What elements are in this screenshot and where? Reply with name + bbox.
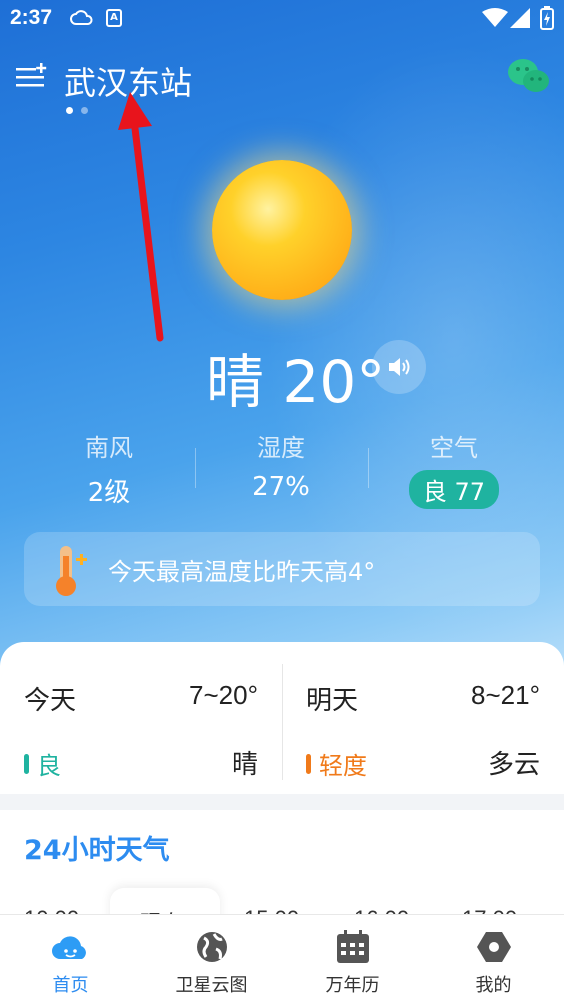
wind-value: 2级: [87, 478, 131, 508]
nav-label: 首页: [52, 975, 89, 996]
wechat-share-icon[interactable]: [506, 56, 552, 96]
hourly-title: 24小时天气: [24, 835, 170, 866]
nav-label: 万年历: [325, 975, 380, 996]
temperature-tip-banner[interactable]: 今天最高温度比昨天高4°: [24, 532, 540, 606]
nav-home[interactable]: 首页: [0, 915, 141, 1004]
stat-divider: [195, 448, 196, 488]
forecast-tomorrow[interactable]: 明天 8~21° 轻度 多云: [282, 642, 564, 794]
signal-icon: [510, 8, 530, 28]
air-quality-label: 空气: [430, 434, 478, 462]
aq-indicator-bar: [24, 753, 29, 774]
forecast-air-quality: 良: [24, 746, 61, 781]
nav-label: 卫星云图: [175, 975, 248, 996]
page-indicator: [66, 107, 96, 115]
globe-icon: [196, 932, 227, 962]
sun-icon: [212, 160, 352, 300]
aq-text: 良: [37, 752, 61, 780]
forecast-day-label: 明天: [306, 686, 359, 716]
current-condition-temperature: 晴 20°: [206, 348, 386, 416]
air-quality-stat[interactable]: 空气 良 77: [374, 428, 534, 509]
forecast-today[interactable]: 今天 7~20° 良 晴: [0, 642, 282, 794]
wind-label: 南风: [85, 434, 133, 462]
stat-divider: [368, 448, 369, 488]
forecast-condition: 晴: [231, 750, 258, 780]
nav-calendar[interactable]: 万年历: [282, 915, 423, 1004]
forecast-day-label: 今天: [24, 686, 77, 716]
thermometer-up-icon: [56, 546, 87, 596]
profile-hex-icon: [476, 932, 511, 962]
bottom-navigation: 首页 卫星云图 万年历 我的: [0, 914, 564, 1004]
page-dot-active: [66, 107, 73, 114]
two-day-forecast-card: 今天 7~20° 良 晴 明天 8~21° 轻度 多云: [0, 642, 564, 794]
page-dot: [81, 107, 88, 114]
forecast-temp-range: 8~21°: [471, 680, 540, 710]
aq-text: 轻度: [319, 752, 367, 780]
city-menu-icon[interactable]: [14, 62, 48, 92]
battery-icon: [540, 6, 554, 30]
status-time: 2:37: [10, 6, 53, 29]
app-notification-icon: A: [106, 9, 122, 27]
calendar-icon: [336, 930, 369, 963]
wifi-icon: [482, 8, 508, 27]
humidity-label: 湿度: [257, 434, 305, 462]
cloud-notification-icon: [70, 10, 93, 25]
aqi-badge[interactable]: 良 77: [408, 470, 500, 509]
forecast-air-quality: 轻度: [306, 746, 367, 781]
nav-profile[interactable]: 我的: [423, 915, 564, 1004]
forecast-condition: 多云: [487, 750, 540, 780]
speaker-icon: [389, 358, 410, 376]
nav-label: 我的: [475, 975, 512, 996]
tip-text: 今天最高温度比昨天高4°: [108, 558, 376, 586]
city-title[interactable]: 武汉东站: [64, 58, 192, 104]
nav-satellite[interactable]: 卫星云图: [141, 915, 282, 1004]
forecast-temp-range: 7~20°: [189, 680, 258, 710]
aq-indicator-bar: [306, 753, 311, 774]
humidity-value: 27%: [252, 472, 310, 502]
humidity-stat: 湿度 27%: [201, 428, 361, 506]
status-bar: 2:37 A: [0, 0, 564, 36]
weather-hero: 2:37 A 武汉东站 晴 20° 南风 2级 湿度 27% 空气 良 77 今…: [0, 0, 564, 700]
voice-broadcast-button[interactable]: [372, 340, 426, 394]
wind-stat: 南风 2级: [29, 428, 189, 508]
home-weather-icon: [51, 936, 86, 959]
hourly-forecast-section: 24小时天气 10:00 现在 15:00 16:00 17:00: [0, 810, 564, 920]
